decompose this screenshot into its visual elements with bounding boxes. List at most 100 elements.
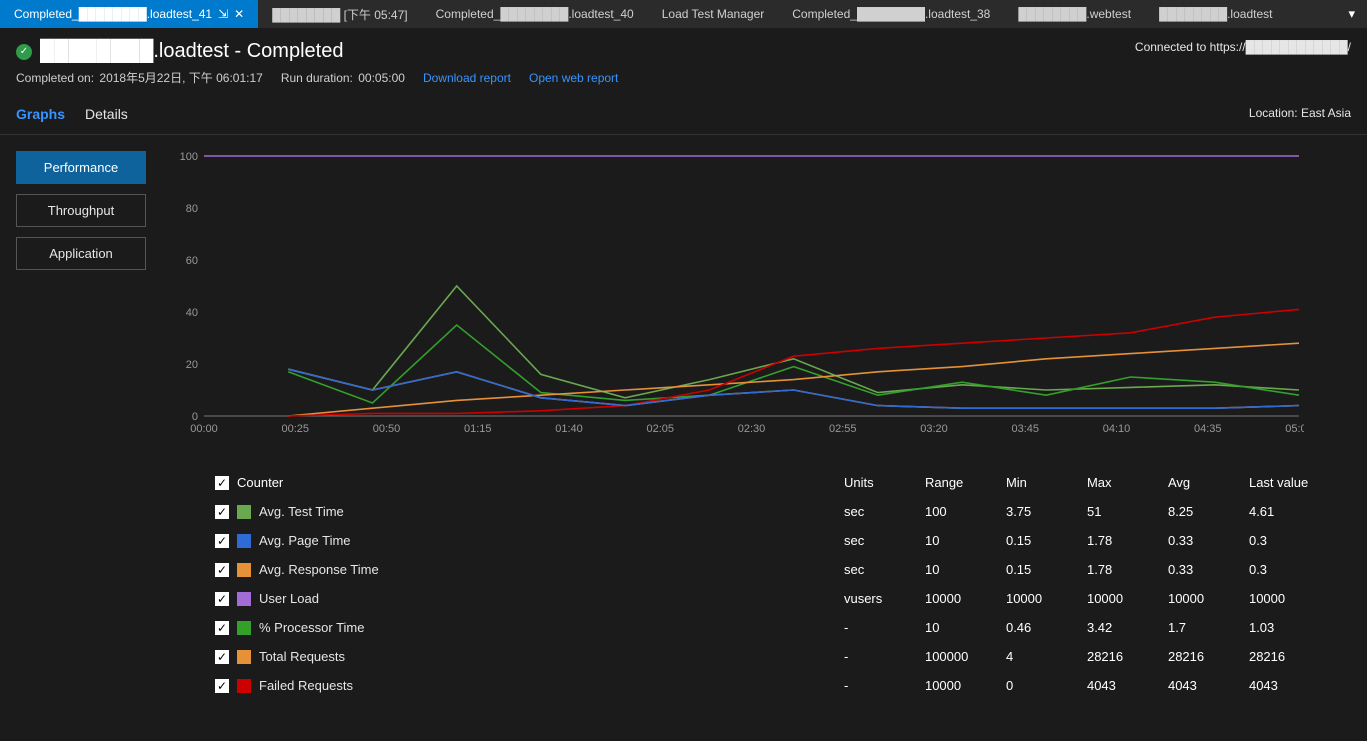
series-swatch <box>237 679 251 693</box>
counter-name: % Processor Time <box>259 620 364 635</box>
counter-name: Failed Requests <box>259 678 353 693</box>
tab-load-test-manager[interactable]: Load Test Manager <box>648 0 779 28</box>
tab-label: Completed_████████.loadtest_41 <box>14 7 212 21</box>
cell-min: 10000 <box>1006 591 1087 606</box>
checkbox[interactable]: ✓ <box>215 563 229 577</box>
checkbox-all[interactable]: ✓ <box>215 476 229 490</box>
chart-area: 02040608010000:0000:2500:5001:1501:4002:… <box>174 151 1351 444</box>
sidebtn-throughput[interactable]: Throughput <box>16 194 146 227</box>
run-duration-value: 00:05:00 <box>358 71 405 85</box>
cell-avg: 8.25 <box>1168 504 1249 519</box>
cell-range: 10 <box>925 533 1006 548</box>
cell-range: 10000 <box>925 678 1006 693</box>
side-graph-selector: Performance Throughput Application <box>16 151 146 444</box>
tab-loadtest-40[interactable]: Completed_████████.loadtest_40 <box>422 0 648 28</box>
counter-name: Avg. Test Time <box>259 504 344 519</box>
checkbox[interactable]: ✓ <box>215 505 229 519</box>
counter-name: Avg. Page Time <box>259 533 351 548</box>
cell-units: sec <box>844 504 925 519</box>
cell-range: 100000 <box>925 649 1006 664</box>
col-last-header: Last value <box>1249 475 1330 490</box>
col-avg-header: Avg <box>1168 475 1249 490</box>
cell-min: 0.46 <box>1006 620 1087 635</box>
close-icon[interactable]: ✕ <box>234 7 244 21</box>
pin-icon[interactable]: ⇲ <box>218 7 228 21</box>
series-swatch <box>237 563 251 577</box>
header: ✓ ████████.loadtest - Completed Connecte… <box>0 28 1367 69</box>
checkbox[interactable]: ✓ <box>215 534 229 548</box>
run-duration-label: Run duration: <box>281 71 353 85</box>
download-report-link[interactable]: Download report <box>423 71 511 85</box>
open-web-report-link[interactable]: Open web report <box>529 71 618 85</box>
cell-range: 100 <box>925 504 1006 519</box>
svg-text:00:50: 00:50 <box>373 423 401 435</box>
tab-webtest[interactable]: ████████.webtest <box>1004 0 1145 28</box>
series-swatch <box>237 534 251 548</box>
subtab-graphs[interactable]: Graphs <box>16 106 65 122</box>
tab-label: ████████.webtest <box>1018 7 1131 21</box>
svg-text:60: 60 <box>186 255 198 267</box>
checkbox[interactable]: ✓ <box>215 650 229 664</box>
cell-units: sec <box>844 562 925 577</box>
counter-name: User Load <box>259 591 319 606</box>
series-swatch <box>237 505 251 519</box>
document-tabs: Completed_████████.loadtest_41 ⇲ ✕ █████… <box>0 0 1367 28</box>
cell-max: 1.78 <box>1087 533 1168 548</box>
table-row: ✓ User Load vusers 10000 10000 10000 100… <box>215 584 1330 613</box>
table-header-row: ✓ Counter Units Range Min Max Avg Last v… <box>215 468 1330 497</box>
cell-units: sec <box>844 533 925 548</box>
tabs-overflow-dropdown[interactable]: ▾ <box>1342 0 1361 28</box>
table-row: ✓ % Processor Time - 10 0.46 3.42 1.7 1.… <box>215 613 1330 642</box>
sidebtn-application[interactable]: Application <box>16 237 146 270</box>
subtab-details[interactable]: Details <box>85 106 128 122</box>
cell-last: 4.61 <box>1249 504 1330 519</box>
sidebtn-performance[interactable]: Performance <box>16 151 146 184</box>
col-min-header: Min <box>1006 475 1087 490</box>
tab-loadtest[interactable]: ████████.loadtest <box>1145 0 1286 28</box>
table-row: ✓ Avg. Test Time sec 100 3.75 51 8.25 4.… <box>215 497 1330 526</box>
svg-text:03:20: 03:20 <box>920 423 948 435</box>
svg-text:100: 100 <box>180 151 198 163</box>
table-row: ✓ Avg. Page Time sec 10 0.15 1.78 0.33 0… <box>215 526 1330 555</box>
cell-avg: 0.33 <box>1168 533 1249 548</box>
cell-min: 0.15 <box>1006 562 1087 577</box>
svg-text:03:45: 03:45 <box>1011 423 1039 435</box>
tab-label: ████████ [下午 05:47] <box>272 6 407 23</box>
tab-loadtest-38[interactable]: Completed_████████.loadtest_38 <box>778 0 1004 28</box>
cell-last: 28216 <box>1249 649 1330 664</box>
checkbox[interactable]: ✓ <box>215 679 229 693</box>
tab-label: ████████.loadtest <box>1159 7 1272 21</box>
series-swatch <box>237 621 251 635</box>
cell-last: 4043 <box>1249 678 1330 693</box>
main: Performance Throughput Application 02040… <box>0 135 1367 460</box>
performance-chart: 02040608010000:0000:2500:5001:1501:4002:… <box>174 151 1304 441</box>
cell-avg: 4043 <box>1168 678 1249 693</box>
table-row: ✓ Failed Requests - 10000 0 4043 4043 40… <box>215 671 1330 700</box>
cell-units: - <box>844 649 925 664</box>
table-row: ✓ Avg. Response Time sec 10 0.15 1.78 0.… <box>215 555 1330 584</box>
tab-1[interactable]: ████████ [下午 05:47] <box>258 0 421 28</box>
checkbox[interactable]: ✓ <box>215 621 229 635</box>
cell-range: 10 <box>925 620 1006 635</box>
cell-max: 4043 <box>1087 678 1168 693</box>
cell-min: 0 <box>1006 678 1087 693</box>
svg-text:40: 40 <box>186 307 198 319</box>
cell-units: vusers <box>844 591 925 606</box>
svg-text:0: 0 <box>192 411 198 423</box>
subnav: Graphs Details Location: East Asia <box>0 96 1367 135</box>
cell-range: 10 <box>925 562 1006 577</box>
checkbox[interactable]: ✓ <box>215 592 229 606</box>
cell-min: 4 <box>1006 649 1087 664</box>
series-swatch <box>237 650 251 664</box>
svg-text:00:25: 00:25 <box>281 423 309 435</box>
completed-on-value: 2018年5月22日, 下午 06:01:17 <box>99 71 262 85</box>
tab-label: Load Test Manager <box>662 7 765 21</box>
cell-last: 0.3 <box>1249 562 1330 577</box>
tab-loadtest-41[interactable]: Completed_████████.loadtest_41 ⇲ ✕ <box>0 0 258 28</box>
completed-on-label: Completed on: <box>16 71 94 85</box>
svg-text:80: 80 <box>186 203 198 215</box>
counters-table: ✓ Counter Units Range Min Max Avg Last v… <box>0 460 1367 716</box>
counter-name: Total Requests <box>259 649 345 664</box>
cell-min: 3.75 <box>1006 504 1087 519</box>
cell-min: 0.15 <box>1006 533 1087 548</box>
